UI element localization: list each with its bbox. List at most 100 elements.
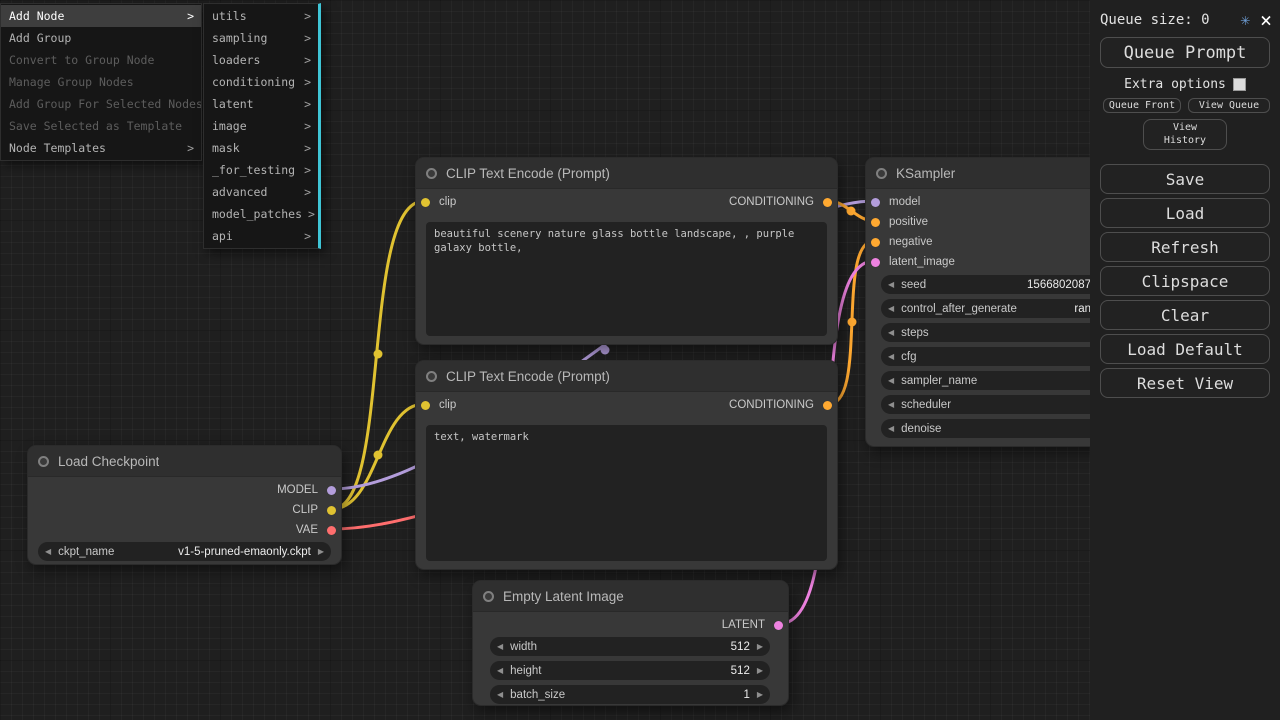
context-menu: Add Node > Add Group Convert to Group No… <box>0 3 202 161</box>
settings-gear-icon[interactable]: ✳ <box>1240 10 1250 29</box>
submenu-arrow-icon: > <box>187 137 194 159</box>
clipspace-button[interactable]: Clipspace <box>1100 266 1270 296</box>
input-slot-positive[interactable] <box>871 218 880 227</box>
output-slot-clip[interactable] <box>327 506 336 515</box>
menu-item-add-group[interactable]: Add Group <box>1 27 201 49</box>
widget-left-arrow-icon[interactable]: ◀ <box>490 666 510 675</box>
widget-left-arrow-icon[interactable]: ◀ <box>490 690 510 699</box>
widget-batch-size[interactable]: ◀ batch_size 1 ▶ <box>490 685 770 704</box>
input-slot-clip[interactable] <box>421 198 430 207</box>
submenu-item-advanced[interactable]: advanced > <box>204 181 318 203</box>
widget-right-arrow-icon[interactable]: ▶ <box>750 642 770 651</box>
submenu-item-label: mask <box>212 137 240 159</box>
submenu-item-utils[interactable]: utils > <box>204 5 318 27</box>
collapse-dot-icon[interactable] <box>483 591 494 602</box>
input-slot-clip[interactable] <box>421 401 430 410</box>
load-default-button[interactable]: Load Default <box>1100 334 1270 364</box>
menu-item-add-node[interactable]: Add Node > <box>1 5 201 27</box>
submenu-item-label: utils <box>212 5 247 27</box>
link-dot-model[interactable] <box>601 346 610 355</box>
node-header[interactable]: Empty Latent Image <box>473 581 788 612</box>
node-clip-text-encode-negative[interactable]: CLIP Text Encode (Prompt) clip CONDITION… <box>415 360 838 570</box>
widget-left-arrow-icon[interactable]: ◀ <box>490 642 510 651</box>
link-dot-conditioning-2[interactable] <box>848 318 857 327</box>
submenu-item-for-testing[interactable]: _for_testing > <box>204 159 318 181</box>
prompt-text-area[interactable]: beautiful scenery nature glass bottle la… <box>426 222 827 336</box>
output-slot-conditioning[interactable] <box>823 198 832 207</box>
node-canvas[interactable]: CLIP Text Encode (Prompt) clip CONDITION… <box>0 0 1280 720</box>
node-title: KSampler <box>896 166 955 181</box>
view-history-button[interactable]: View History <box>1143 119 1227 150</box>
submenu-arrow-icon: > <box>304 93 311 115</box>
node-header[interactable]: Load Checkpoint <box>28 446 341 477</box>
output-slot-latent[interactable] <box>774 621 783 630</box>
widget-right-arrow-icon[interactable]: ▶ <box>311 547 331 556</box>
node-clip-text-encode-positive[interactable]: CLIP Text Encode (Prompt) clip CONDITION… <box>415 157 838 345</box>
queue-prompt-button[interactable]: Queue Prompt <box>1100 37 1270 68</box>
view-queue-button[interactable]: View Queue <box>1188 98 1270 113</box>
clear-button[interactable]: Clear <box>1100 300 1270 330</box>
menu-item-node-templates[interactable]: Node Templates > <box>1 137 201 159</box>
node-header[interactable]: CLIP Text Encode (Prompt) <box>416 361 837 392</box>
submenu-item-model-patches[interactable]: model_patches > <box>204 203 318 225</box>
load-button[interactable]: Load <box>1100 198 1270 228</box>
extra-options-checkbox[interactable] <box>1233 78 1246 91</box>
queue-size-label: Queue size: 0 <box>1100 12 1240 28</box>
input-slot-model[interactable] <box>871 198 880 207</box>
node-load-checkpoint[interactable]: Load Checkpoint MODEL CLIP VAE ◀ ckpt_na… <box>27 445 342 565</box>
widget-right-arrow-icon[interactable]: ▶ <box>750 666 770 675</box>
save-button[interactable]: Save <box>1100 164 1270 194</box>
menu-item-save-selected-as-template: Save Selected as Template <box>1 115 201 137</box>
widget-left-arrow-icon[interactable]: ◀ <box>881 304 901 313</box>
submenu-item-image[interactable]: image > <box>204 115 318 137</box>
submenu-arrow-icon: > <box>304 5 311 27</box>
input-slot-negative[interactable] <box>871 238 880 247</box>
submenu-item-label: conditioning <box>212 71 295 93</box>
collapse-dot-icon[interactable] <box>426 168 437 179</box>
submenu-item-conditioning[interactable]: conditioning > <box>204 71 318 93</box>
widget-width[interactable]: ◀ width 512 ▶ <box>490 637 770 656</box>
collapse-dot-icon[interactable] <box>426 371 437 382</box>
menu-item-label: Add Node <box>9 5 64 27</box>
widget-ckpt-name[interactable]: ◀ ckpt_name v1-5-pruned-emaonly.ckpt ▶ <box>38 542 331 561</box>
submenu-arrow-icon: > <box>304 159 311 181</box>
submenu-item-loaders[interactable]: loaders > <box>204 49 318 71</box>
node-empty-latent-image[interactable]: Empty Latent Image LATENT ◀ width 512 ▶ … <box>472 580 789 706</box>
widget-value: 512 <box>731 665 750 677</box>
menu-item-label: Add Group <box>9 27 71 49</box>
collapse-dot-icon[interactable] <box>876 168 887 179</box>
output-slot-vae[interactable] <box>327 526 336 535</box>
prompt-text-area[interactable]: text, watermark <box>426 425 827 561</box>
widget-value: v1-5-pruned-emaonly.ckpt <box>178 546 311 558</box>
widget-left-arrow-icon[interactable]: ◀ <box>881 424 901 433</box>
node-header[interactable]: CLIP Text Encode (Prompt) <box>416 158 837 189</box>
widget-label: width <box>510 641 537 653</box>
widget-left-arrow-icon[interactable]: ◀ <box>881 328 901 337</box>
submenu-item-sampling[interactable]: sampling > <box>204 27 318 49</box>
widget-left-arrow-icon[interactable]: ◀ <box>881 280 901 289</box>
output-slot-model[interactable] <box>327 486 336 495</box>
output-slot-conditioning[interactable] <box>823 401 832 410</box>
output-label-model: MODEL <box>277 484 318 497</box>
submenu-item-api[interactable]: api > <box>204 225 318 247</box>
submenu-item-mask[interactable]: mask > <box>204 137 318 159</box>
widget-right-arrow-icon[interactable]: ▶ <box>750 690 770 699</box>
reset-view-button[interactable]: Reset View <box>1100 368 1270 398</box>
submenu-item-latent[interactable]: latent > <box>204 93 318 115</box>
input-slot-latent-image[interactable] <box>871 258 880 267</box>
link-dot-clip-2[interactable] <box>374 451 383 460</box>
refresh-button[interactable]: Refresh <box>1100 232 1270 262</box>
widget-left-arrow-icon[interactable]: ◀ <box>881 376 901 385</box>
collapse-dot-icon[interactable] <box>38 456 49 467</box>
widget-height[interactable]: ◀ height 512 ▶ <box>490 661 770 680</box>
submenu-arrow-icon: > <box>304 137 311 159</box>
link-dot-conditioning-1[interactable] <box>847 207 856 216</box>
widget-left-arrow-icon[interactable]: ◀ <box>881 352 901 361</box>
submenu-arrow-icon: > <box>187 5 194 27</box>
link-dot-clip-1[interactable] <box>374 350 383 359</box>
widget-left-arrow-icon[interactable]: ◀ <box>38 547 58 556</box>
widget-left-arrow-icon[interactable]: ◀ <box>881 400 901 409</box>
widget-label: sampler_name <box>901 375 977 387</box>
queue-front-button[interactable]: Queue Front <box>1103 98 1181 113</box>
close-icon[interactable]: × <box>1260 12 1272 28</box>
